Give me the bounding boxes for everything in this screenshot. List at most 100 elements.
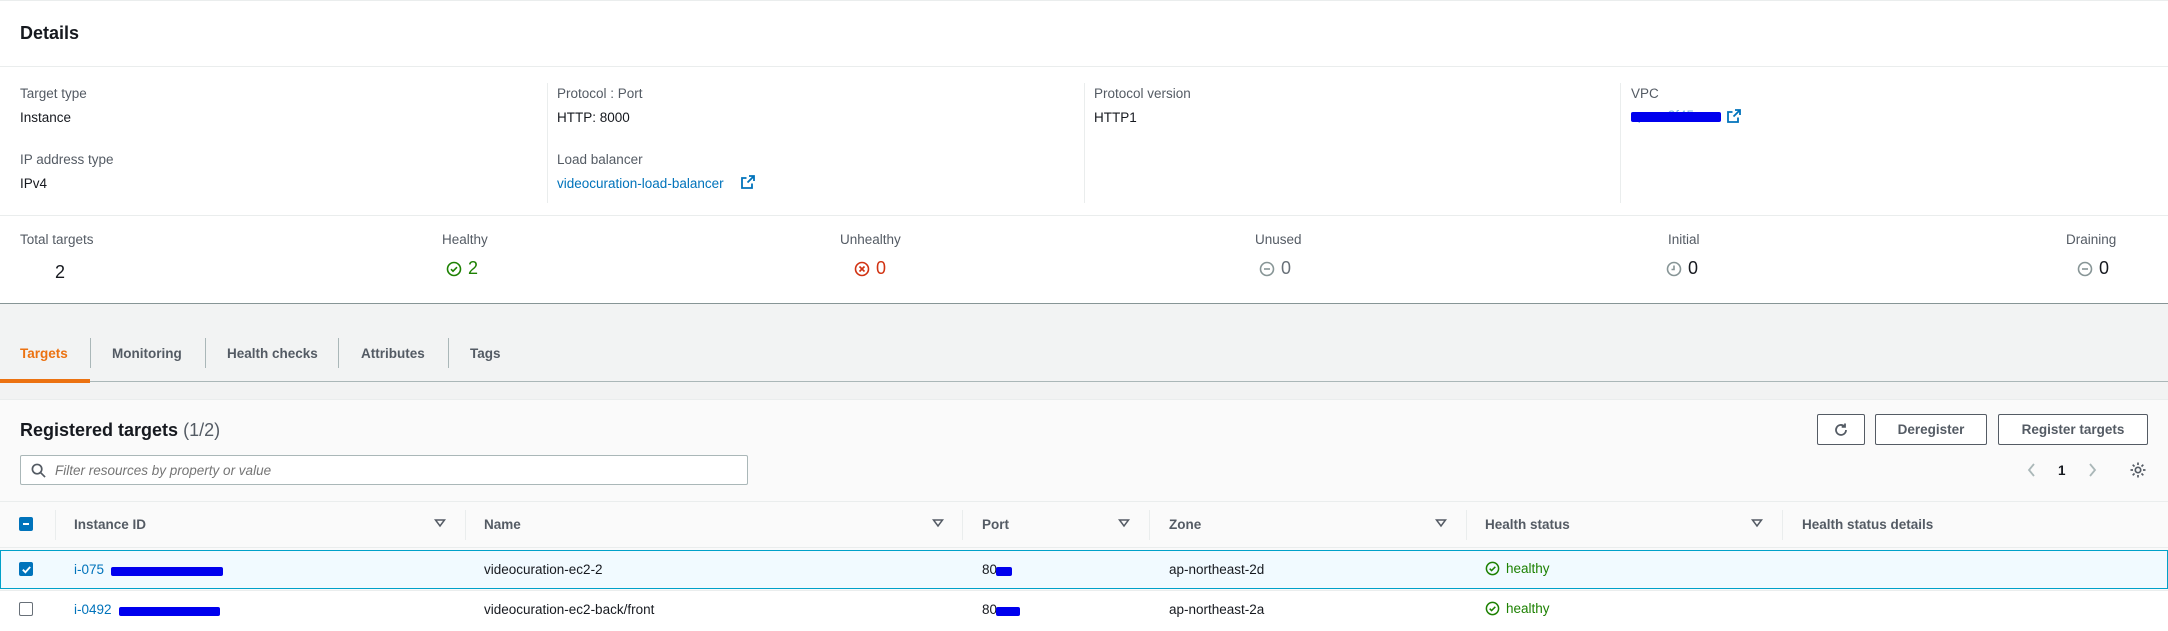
column-header-port[interactable]: Port (982, 517, 1009, 532)
check-circle-icon (446, 261, 462, 276)
protocol-version-value: HTTP1 (1094, 110, 1137, 125)
tabs-divider (0, 381, 2168, 382)
instance-id-value[interactable]: i-0492 (74, 602, 112, 617)
column-header-health-details[interactable]: Health status details (1802, 517, 1933, 532)
health-status-value: healthy (1506, 601, 1550, 616)
deregister-button[interactable]: Deregister (1875, 414, 1987, 445)
health-status-cell: healthy (1485, 561, 1550, 576)
port-cell: 80 (982, 562, 1022, 577)
initial-value: 0 (1688, 258, 1699, 278)
sort-caret-icon[interactable] (931, 516, 945, 530)
target-type-value: Instance (20, 110, 72, 125)
column-divider (465, 510, 466, 540)
instance-id-link[interactable]: i-0492 (74, 602, 224, 620)
instance-id-link[interactable]: i-075 (74, 562, 224, 580)
active-tab-indicator (0, 379, 90, 383)
health-status-value: healthy (1506, 561, 1550, 576)
stats-divider (0, 215, 2168, 216)
vpc-link[interactable]: vpc-...2f45... (1631, 108, 1723, 124)
sort-caret-icon[interactable] (1750, 516, 1764, 530)
unused-value: 0 (1281, 258, 1292, 278)
filter-input[interactable] (55, 461, 735, 479)
redaction-mark (111, 567, 223, 576)
healthy-label: Healthy (442, 232, 488, 247)
unused-label: Unused (1255, 232, 1302, 247)
tab-tags[interactable]: Tags (470, 346, 501, 361)
row-checkbox[interactable] (19, 562, 33, 576)
column-header-health-status[interactable]: Health status (1485, 517, 1570, 532)
tab-attributes[interactable]: Attributes (361, 346, 425, 361)
column-divider (1620, 83, 1621, 203)
target-type-label: Target type (20, 86, 87, 101)
initial-label: Initial (1668, 232, 1700, 247)
unhealthy-stat: 0 (854, 258, 886, 279)
draining-label: Draining (2066, 232, 2117, 247)
external-link-icon[interactable] (1727, 109, 1741, 123)
registered-targets-heading: Registered targets (1/2) (20, 420, 220, 441)
load-balancer-link[interactable]: videocuration-load-balancer (557, 176, 724, 191)
table-row[interactable]: i-075 videocuration-ec2-2 80 ap-northeas… (0, 550, 2168, 589)
total-targets-value: 2 (55, 262, 66, 282)
registered-targets-count: (1/2) (183, 420, 221, 440)
tab-divider (90, 338, 91, 368)
column-header-instance-id[interactable]: Instance ID (74, 517, 146, 532)
filter-search[interactable] (20, 455, 748, 485)
column-divider (1466, 510, 1467, 540)
check-circle-icon (1485, 561, 1500, 576)
health-status-cell: healthy (1485, 601, 1550, 616)
refresh-button[interactable] (1817, 414, 1865, 445)
column-divider (55, 510, 56, 540)
tab-divider (448, 338, 449, 368)
total-targets-label: Total targets (20, 232, 94, 247)
unhealthy-value: 0 (876, 258, 887, 278)
instance-id-value[interactable]: i-075 (74, 562, 104, 577)
x-circle-icon (854, 261, 870, 276)
sort-caret-icon[interactable] (1434, 516, 1448, 530)
external-link-icon[interactable] (741, 175, 755, 189)
load-balancer-label: Load balancer (557, 152, 643, 167)
instance-name: videocuration-ec2-back/front (484, 602, 655, 617)
column-divider (962, 510, 963, 540)
next-page-icon[interactable] (2086, 462, 2098, 478)
ip-type-value: IPv4 (20, 176, 48, 191)
column-divider (1782, 510, 1783, 540)
sort-caret-icon[interactable] (1117, 516, 1131, 530)
clock-icon (1666, 261, 1682, 276)
table-row[interactable]: i-0492 videocuration-ec2-back/front 80 a… (0, 590, 2168, 631)
vpc-label: VPC (1631, 86, 1659, 101)
initial-stat: 0 (1666, 258, 1698, 279)
unused-stat: 0 (1259, 258, 1291, 279)
page-number[interactable]: 1 (2058, 463, 2066, 478)
minus-circle-icon (2077, 261, 2093, 276)
tab-monitoring[interactable]: Monitoring (112, 346, 182, 361)
previous-page-icon[interactable] (2026, 462, 2038, 478)
column-header-name[interactable]: Name (484, 517, 521, 532)
check-circle-icon (1485, 601, 1500, 616)
redaction-mark (996, 567, 1012, 576)
draining-stat: 0 (2077, 258, 2109, 279)
register-targets-button[interactable]: Register targets (1998, 414, 2148, 445)
draining-value: 0 (2099, 258, 2110, 278)
protocol-port-label: Protocol : Port (557, 86, 643, 101)
redaction-mark (996, 607, 1020, 616)
column-header-zone[interactable]: Zone (1169, 517, 1201, 532)
registered-targets-title: Registered targets (20, 420, 179, 440)
select-all-checkbox[interactable] (19, 517, 33, 531)
details-panel: Details Target type Instance Protocol : … (0, 0, 2168, 304)
healthy-value: 2 (468, 258, 479, 278)
tab-targets[interactable]: Targets (20, 346, 68, 361)
port-cell: 80 (982, 602, 1022, 617)
sort-caret-icon[interactable] (433, 516, 447, 530)
redaction-mark (1631, 112, 1721, 122)
row-checkbox[interactable] (19, 602, 33, 616)
refresh-icon (1835, 423, 1847, 436)
redaction-mark (119, 607, 220, 616)
details-divider (0, 66, 2168, 67)
zone-value: ap-northeast-2a (1169, 602, 1265, 617)
column-divider (1084, 83, 1085, 203)
details-title: Details (20, 23, 80, 43)
tab-health-checks[interactable]: Health checks (227, 346, 318, 361)
settings-gear-icon[interactable] (2129, 461, 2147, 479)
column-divider (1149, 510, 1150, 540)
ip-type-label: IP address type (20, 152, 114, 167)
